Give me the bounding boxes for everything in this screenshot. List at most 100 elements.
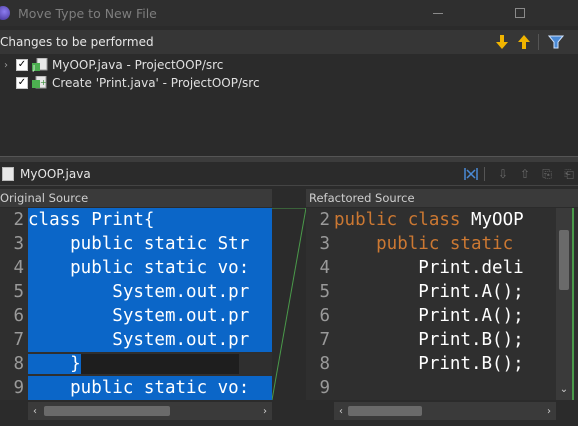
code-text: } (28, 352, 239, 376)
previous-change-button[interactable] (514, 33, 534, 51)
ignore-whitespace-button[interactable] (462, 165, 480, 183)
create-file-icon: + (32, 75, 48, 90)
arrow-down-icon (496, 35, 508, 49)
line-number: 4 (319, 258, 330, 278)
tree-item-label: Create 'Print.java' - ProjectOOP/src (52, 76, 260, 90)
code-text: public class MyOOP (334, 210, 524, 230)
line-number: 2 (13, 210, 24, 230)
next-change-compare-button[interactable]: ⎘ (538, 165, 556, 183)
svg-text:+: + (40, 78, 47, 87)
tree-item-label: MyOOP.java - ProjectOOP/src (52, 58, 224, 72)
line-number: 4 (13, 258, 24, 278)
scroll-left-arrow-icon[interactable]: ‹ (28, 402, 42, 420)
line-number: 8 (319, 354, 330, 374)
code-line: 2 class Print{ (0, 208, 272, 232)
tree-item[interactable]: › ✓ J MyOOP.java - ProjectOOP/src (0, 56, 223, 74)
scrollbar-thumb[interactable] (559, 230, 569, 290)
scroll-right-arrow-icon[interactable]: › (258, 402, 272, 420)
filter-button[interactable] (546, 33, 566, 51)
original-source-editor[interactable]: 2 class Print{3 public static Str 4 public… (0, 208, 272, 400)
code-line: 3 public static (306, 232, 556, 256)
code-line: 9 (306, 376, 556, 400)
window-title: Move Type to New File (18, 5, 157, 21)
toolbar-separator (484, 167, 485, 181)
change-overview-ruler (572, 208, 578, 400)
refactored-source-editor[interactable]: 2 public class MyOOP 3 public static 4 Prin… (306, 208, 556, 400)
code-text: Print.B(); (334, 354, 524, 374)
line-number: 6 (13, 306, 24, 326)
compare-toggle-icon (464, 168, 478, 180)
code-line: 8 Print.B(); (306, 352, 556, 376)
line-number: 7 (13, 330, 24, 350)
compare-file-name: MyOOP.java (20, 166, 91, 181)
code-text: Print.B(); (334, 330, 524, 350)
code-text: public static vo: (28, 376, 272, 400)
next-difference-icon: ⇩ (497, 167, 509, 181)
scroll-down-arrow-icon[interactable]: ⌄ (556, 380, 572, 398)
original-horizontal-scrollbar[interactable]: ‹ › (28, 402, 272, 420)
code-text: System.out.pr (28, 328, 272, 352)
changes-header-label: Changes to be performed (0, 35, 154, 49)
code-text: public static (334, 234, 514, 254)
change-checkbox[interactable]: ✓ (16, 59, 28, 71)
code-text: Print.A(); (334, 306, 524, 326)
line-number: 6 (319, 306, 330, 326)
java-file-icon (2, 166, 14, 181)
diff-connector (272, 208, 306, 400)
arrow-up-icon (518, 35, 530, 49)
code-text: System.out.pr (28, 304, 272, 328)
next-change-button[interactable] (492, 33, 512, 51)
original-source-title: Original Source (0, 189, 272, 207)
code-text: class Print{ (28, 208, 272, 232)
toolbar-separator (538, 34, 539, 50)
code-line: 9 public static vo: (0, 376, 272, 400)
code-line: 8 } (0, 352, 272, 376)
tree-item[interactable]: ✓ + Create 'Print.java' - ProjectOOP/src (0, 74, 260, 92)
previous-difference-button[interactable]: ⇧ (516, 165, 534, 183)
window-title-bar: Move Type to New File (0, 0, 578, 26)
scrollbar-thumb[interactable] (348, 406, 422, 416)
refactored-horizontal-scrollbar[interactable]: ‹ › (334, 402, 556, 420)
code-line: 7 System.out.pr (0, 328, 272, 352)
code-line: 3 public static Str (0, 232, 272, 256)
maximize-button[interactable] (500, 0, 540, 26)
code-text: Print.A(); (334, 282, 524, 302)
vertical-scrollbar[interactable]: ⌄ (556, 208, 572, 400)
eclipse-icon (0, 6, 10, 20)
code-line: 2 public class MyOOP (306, 208, 556, 232)
minimize-icon (433, 12, 443, 14)
scroll-left-arrow-icon[interactable]: ‹ (334, 402, 348, 420)
next-difference-button[interactable]: ⇩ (494, 165, 512, 183)
refactored-source-title: Refactored Source (306, 189, 578, 207)
line-number: 9 (13, 378, 24, 398)
line-number: 2 (319, 210, 330, 230)
changes-tree: › ✓ J MyOOP.java - ProjectOOP/src ✓ + Cr… (0, 56, 578, 156)
scroll-right-arrow-icon[interactable]: › (542, 402, 556, 420)
code-text: public static Str (28, 232, 272, 256)
change-checkbox[interactable]: ✓ (16, 77, 28, 89)
code-line: 6 System.out.pr (0, 304, 272, 328)
expand-arrow-icon[interactable]: › (0, 60, 12, 71)
code-text: System.out.pr (28, 280, 272, 304)
previous-difference-icon: ⇧ (519, 167, 531, 181)
line-number: 5 (319, 282, 330, 302)
line-number: 9 (319, 378, 330, 398)
line-number: 3 (319, 234, 330, 254)
code-line: 5 Print.A(); (306, 280, 556, 304)
compare-header: MyOOP.java (0, 162, 578, 186)
minimize-button[interactable] (418, 0, 458, 26)
line-number: 8 (13, 354, 24, 374)
previous-change-icon: ⎗ (564, 166, 574, 181)
code-text: public static vo: (28, 256, 272, 280)
next-change-icon: ⎘ (542, 166, 552, 181)
filter-icon (548, 35, 564, 49)
line-number: 7 (319, 330, 330, 350)
line-number: 5 (13, 282, 24, 302)
code-text: Print.deli (334, 258, 524, 278)
previous-change-compare-button[interactable]: ⎗ (560, 165, 578, 183)
scrollbar-thumb[interactable] (44, 406, 170, 416)
java-file-icon: J (32, 57, 48, 72)
code-line: 6 Print.A(); (306, 304, 556, 328)
maximize-icon (515, 8, 525, 18)
code-line: 4 Print.deli (306, 256, 556, 280)
